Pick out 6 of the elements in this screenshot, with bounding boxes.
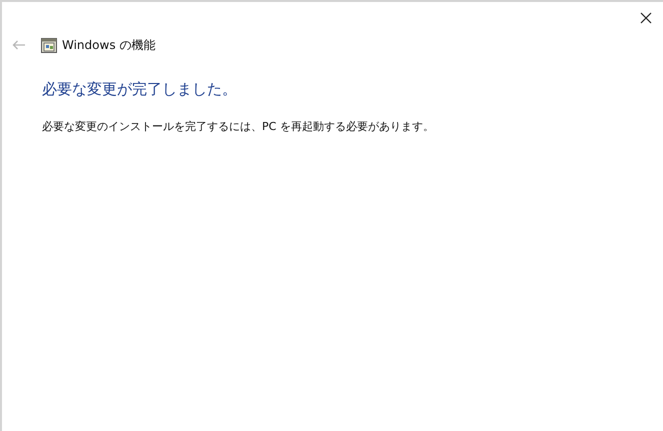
- window-feature-icon: [41, 37, 57, 53]
- close-icon: [640, 12, 652, 24]
- heading: 必要な変更が完了しました。: [42, 80, 238, 99]
- window-title: Windows の機能: [62, 36, 156, 54]
- message-text: 必要な変更のインストールを完了するには、PC を再起動する必要があります。: [42, 119, 435, 134]
- back-arrow-icon: [12, 40, 26, 50]
